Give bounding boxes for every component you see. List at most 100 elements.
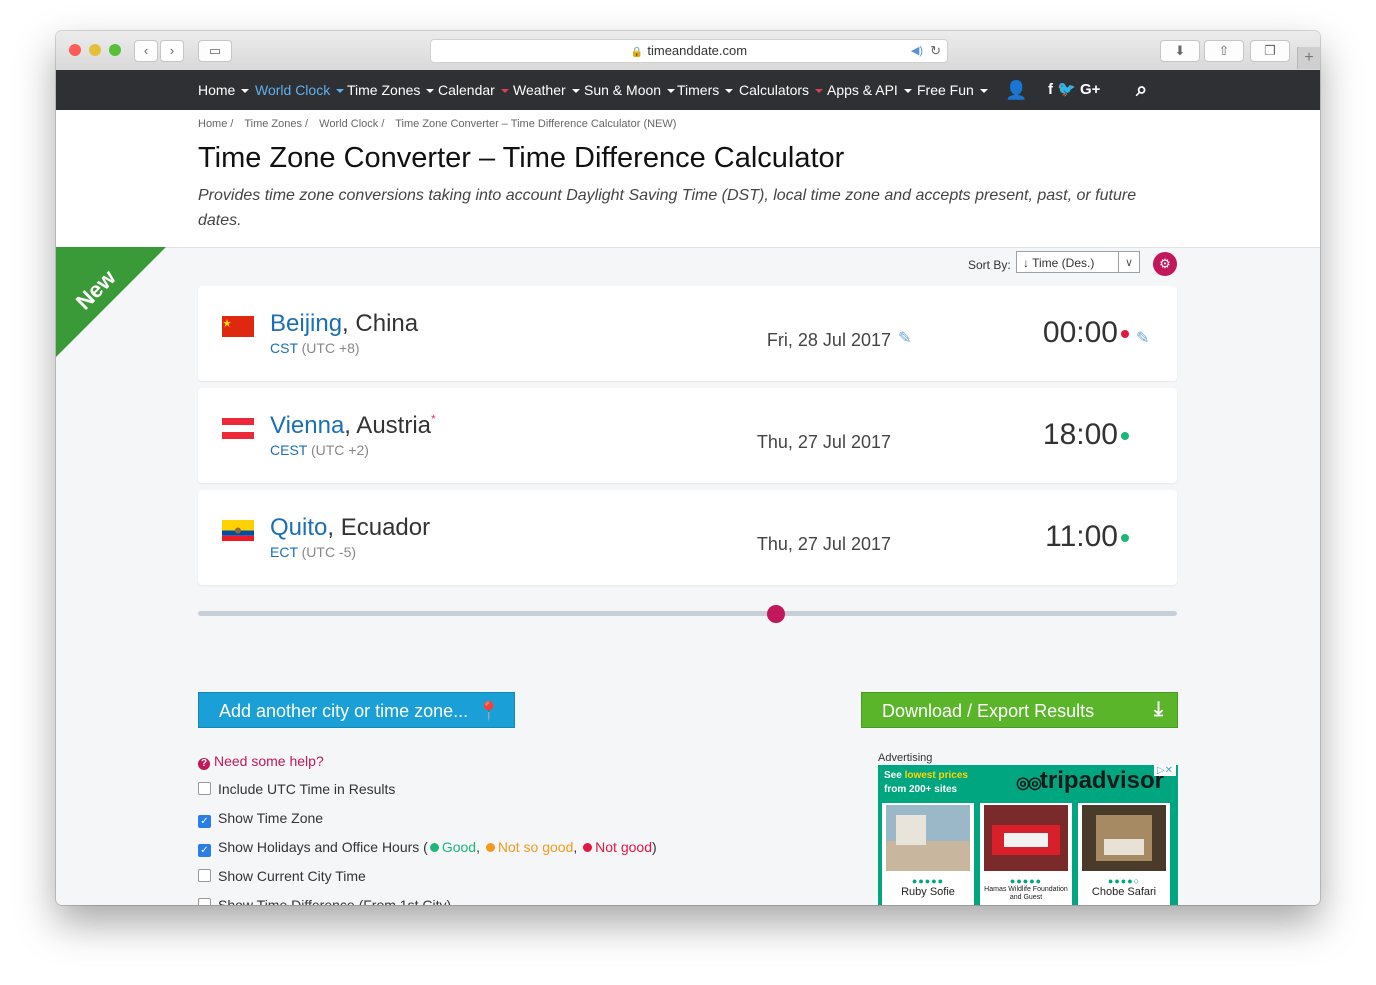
forward-button[interactable]: ›: [160, 40, 184, 62]
option-holidays-label: Show Holidays and Office Hours (: [218, 839, 428, 855]
ad-close-icon[interactable]: ▷✕: [1153, 765, 1176, 776]
close-window-button[interactable]: [69, 44, 81, 56]
breadcrumb-home[interactable]: Home /: [198, 118, 233, 130]
nav-sun-moon[interactable]: Sun & Moon: [584, 70, 676, 110]
time-value: 18:00: [1042, 418, 1118, 451]
breadcrumb-time-zones[interactable]: Time Zones /: [244, 118, 308, 130]
nav-timers[interactable]: Timers: [677, 70, 734, 110]
nav-calculators-label: Calculators: [739, 82, 810, 98]
option-utc[interactable]: Include UTC Time in Results: [198, 781, 395, 797]
checkbox-show-timezone[interactable]: ✓: [198, 815, 211, 828]
browser-titlebar: ‹ › ▭ 🔒 timeanddate.com ◀) ↻ ⬇ ⇧ ❐ +: [56, 31, 1320, 71]
download-export-button[interactable]: Download / Export Results ⤓: [861, 692, 1178, 728]
nav-time-zones-label: Time Zones: [347, 82, 421, 98]
hotel-name: Hamas Wildlife Foundation and Guest: [984, 886, 1068, 901]
timezone-abbr-link[interactable]: ECT: [270, 544, 298, 560]
nav-weather[interactable]: Weather: [513, 70, 580, 110]
ad-brand: tripadvisor: [1039, 767, 1164, 794]
add-city-button[interactable]: Add another city or time zone... 📍: [198, 692, 515, 728]
nav-calculators[interactable]: Calculators: [739, 70, 824, 110]
nav-time-zones[interactable]: Time Zones: [347, 70, 435, 110]
new-tab-button[interactable]: +: [1297, 47, 1320, 69]
city-link[interactable]: Vienna: [270, 412, 344, 439]
timezone-label: CEST (UTC +2): [270, 442, 369, 458]
city-name: Quito, Ecuador: [270, 514, 430, 542]
tabs-icon: ❐: [1264, 43, 1276, 58]
nav-world-clock[interactable]: World Clock: [255, 70, 345, 110]
plus-icon: +: [1304, 49, 1314, 66]
user-icon[interactable]: 👤: [1005, 70, 1027, 110]
rating-bubbles-icon: ●●●●●: [1009, 876, 1043, 886]
hotel-name: Ruby Sofie: [901, 886, 955, 898]
city-card-quito: Quito, Ecuador ECT (UTC -5) Thu, 27 Jul …: [198, 490, 1177, 585]
sort-value: ↓ Time (Des.): [1023, 256, 1095, 270]
share-button[interactable]: ⇧: [1204, 40, 1244, 62]
time-slider-handle[interactable]: [766, 605, 785, 623]
city-link[interactable]: Beijing: [270, 310, 342, 337]
checkbox-utc[interactable]: [198, 782, 211, 795]
ad-tag-sites: from 200+ sites: [884, 784, 958, 795]
nav-home[interactable]: Home: [198, 70, 250, 110]
city-link[interactable]: Quito: [270, 514, 327, 541]
checkbox-holidays[interactable]: ✓: [198, 844, 211, 857]
option-time-difference-label: Show Time Difference (From 1st City): [218, 897, 452, 905]
downloads-button[interactable]: ⬇: [1160, 40, 1200, 62]
tripadvisor-ad[interactable]: See lowest prices from 200+ sites ◎◎tripa…: [878, 765, 1178, 905]
not-so-good-dot: [485, 843, 495, 852]
legend-not-good: Not good: [595, 839, 652, 855]
option-holidays[interactable]: ✓ Show Holidays and Office Hours (Good, N…: [198, 839, 657, 857]
tabs-overview-button[interactable]: ❐: [1250, 40, 1290, 62]
audio-icon[interactable]: ◀): [911, 40, 923, 62]
chevron-down-icon: ∨: [1118, 252, 1139, 272]
checkbox-current-city[interactable]: [198, 869, 211, 882]
ad-hotel[interactable]: ●●●●● Ruby Sofie: [882, 803, 974, 905]
edit-time-pencil-icon[interactable]: ✎: [1136, 328, 1149, 348]
option-utc-label: Include UTC Time in Results: [218, 781, 396, 797]
download-icon: ⬇: [1174, 43, 1186, 58]
search-icon[interactable]: ⌕: [1136, 70, 1147, 110]
share-icon: ⇧: [1218, 43, 1230, 58]
sidebar-icon: ▭: [208, 43, 222, 58]
caret-down-icon: [903, 89, 912, 94]
minimize-window-button[interactable]: [89, 44, 101, 56]
breadcrumb-world-clock[interactable]: World Clock /: [319, 118, 384, 130]
zoom-window-button[interactable]: [109, 44, 121, 56]
country-name: , Austria: [344, 412, 432, 439]
ad-tagline: See lowest prices from 200+ sites: [884, 769, 968, 797]
help-link[interactable]: ? Need some help?: [198, 753, 324, 770]
ad-hotel[interactable]: ●●●●○ Chobe Safari: [1078, 803, 1170, 905]
option-show-timezone[interactable]: ✓ Show Time Zone: [198, 810, 323, 828]
country-name: , Ecuador: [327, 514, 431, 541]
status-dot: [1121, 534, 1129, 543]
nav-apps-api[interactable]: Apps & API: [827, 70, 912, 110]
option-time-difference[interactable]: Show Time Difference (From 1st City): [198, 897, 451, 905]
address-bar[interactable]: 🔒 timeanddate.com ◀) ↻: [430, 39, 948, 63]
time-value: 00:00: [1042, 316, 1118, 349]
nav-calendar-label: Calendar: [438, 82, 495, 98]
nav-weather-label: Weather: [513, 82, 566, 98]
hotel-photo: [886, 805, 970, 871]
timezone-abbr-link[interactable]: CST: [270, 340, 298, 356]
time-slider-track[interactable]: [198, 611, 1177, 616]
option-current-city-label: Show Current City Time: [218, 868, 366, 884]
nav-sun-moon-label: Sun & Moon: [584, 82, 662, 98]
option-current-city[interactable]: Show Current City Time: [198, 868, 366, 884]
reload-icon[interactable]: ↻: [930, 40, 941, 62]
timezone-abbr-link[interactable]: CEST: [270, 442, 307, 458]
option-show-timezone-label: Show Time Zone: [218, 810, 324, 826]
sort-select[interactable]: ↓ Time (Des.) ∨: [1016, 251, 1140, 273]
new-ribbon: New: [56, 247, 166, 357]
nav-calendar[interactable]: Calendar: [438, 70, 509, 110]
ad-hotel[interactable]: ●●●●● Hamas Wildlife Foundation and Gues…: [980, 803, 1072, 905]
settings-gear-button[interactable]: ⚙: [1153, 252, 1177, 276]
ecuador-flag-icon: [222, 520, 254, 541]
add-city-label: Add another city or time zone...: [219, 701, 469, 721]
social-icons[interactable]: f 🐦 G+: [1048, 70, 1100, 110]
back-button[interactable]: ‹: [134, 40, 158, 62]
sidebar-toggle-button[interactable]: ▭: [198, 40, 232, 62]
nav-free-fun[interactable]: Free Fun: [917, 70, 988, 110]
edit-date-pencil-icon[interactable]: ✎: [898, 328, 911, 348]
caret-down-icon: [336, 89, 345, 94]
city-card-vienna: Vienna, Austria* CEST (UTC +2) Thu, 27 J…: [198, 388, 1177, 483]
checkbox-time-difference[interactable]: [198, 898, 211, 905]
